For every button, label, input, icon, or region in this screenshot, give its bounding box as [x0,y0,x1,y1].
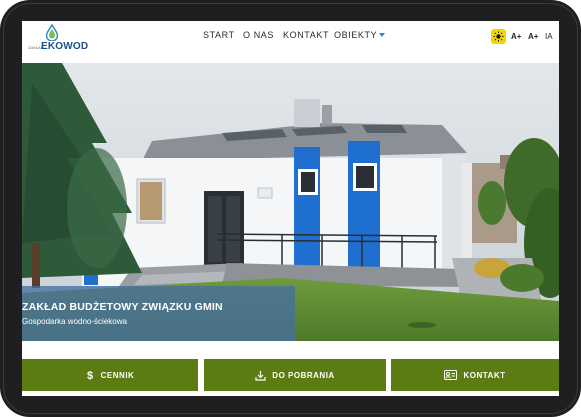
hero-slider: ZAKŁAD BUDŻETOWY ZWIĄZKU GMIN Gospodarka… [22,63,559,341]
font-size-increase-button[interactable]: A+ [511,32,521,41]
nav-item-o-nas[interactable]: O NAS [243,30,274,40]
do-pobrania-button[interactable]: DO POBRANIA [204,359,386,391]
tablet-frame: ZAKŁAD EKOWOD START O NAS KONTAKT OBIEKT… [0,0,581,417]
browser-viewport: ZAKŁAD EKOWOD START O NAS KONTAKT OBIEKT… [22,21,559,396]
nav-item-obiekty-label: OBIEKTY [334,30,378,40]
sun-icon [493,31,504,42]
font-size-max-button[interactable]: A+ [528,32,538,41]
hero-caption: ZAKŁAD BUDŻETOWY ZWIĄZKU GMIN Gospodarka… [22,286,295,341]
download-icon [255,370,266,381]
cennik-button-label: CENNIK [100,370,135,380]
kontakt-button-label: KONTAKT [463,370,506,380]
contact-card-icon [444,370,458,380]
kontakt-button[interactable]: KONTAKT [391,359,559,391]
logo-text: EKOWOD [41,41,89,52]
nav-item-obiekty[interactable]: OBIEKTY [334,30,386,40]
hero-subtitle: Gospodarka wodno-ściekowa [22,317,127,326]
quick-links: $ CENNIK DO POBRANIA KONTAKT [22,341,559,396]
contrast-toggle-button[interactable] [491,29,506,44]
nav-item-start[interactable]: START [203,30,235,40]
cennik-button[interactable]: $ CENNIK [22,359,198,391]
do-pobrania-button-label: DO POBRANIA [272,370,335,380]
chevron-down-icon [379,33,386,37]
site-logo[interactable]: ZAKŁAD EKOWOD [28,24,89,58]
letter-spacing-button[interactable]: IA [545,32,553,41]
dollar-icon: $ [86,369,95,381]
nav-item-kontakt[interactable]: KONTAKT [283,30,329,40]
site-header: ZAKŁAD EKOWOD START O NAS KONTAKT OBIEKT… [22,21,559,63]
water-drop-icon [45,24,59,41]
svg-text:$: $ [87,370,94,381]
hero-title: ZAKŁAD BUDŻETOWY ZWIĄZKU GMIN [22,301,223,313]
